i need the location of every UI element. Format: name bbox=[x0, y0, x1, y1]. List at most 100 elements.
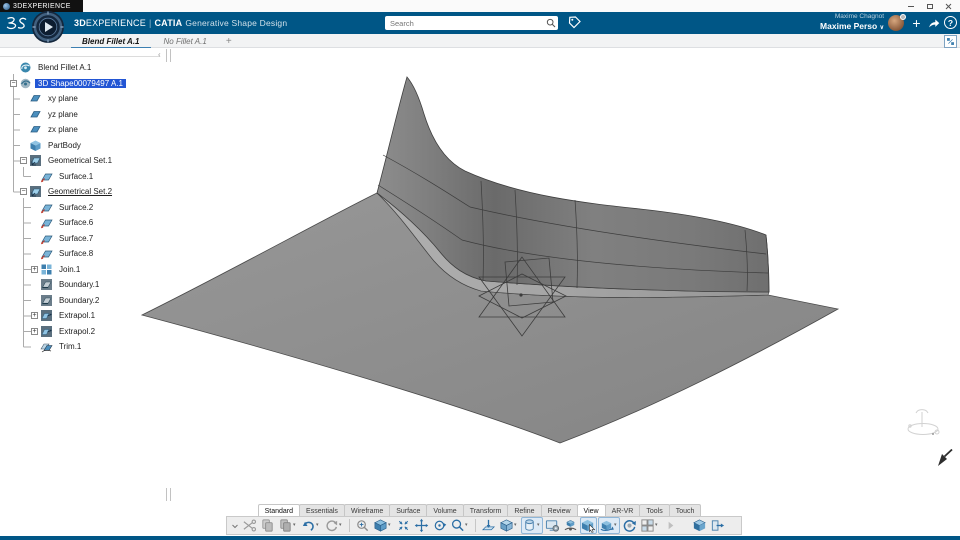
tree-expander[interactable]: − bbox=[8, 76, 19, 92]
toolbar-overflow-icon[interactable] bbox=[230, 517, 240, 534]
tree-item[interactable]: PartBody bbox=[0, 138, 185, 154]
document-tab[interactable]: Blend Fillet A.1 bbox=[70, 34, 152, 48]
cut-icon[interactable] bbox=[241, 517, 258, 534]
avatar[interactable] bbox=[888, 15, 904, 31]
3d-viewport[interactable]: ‹ bbox=[0, 48, 960, 505]
fit-all-icon[interactable] bbox=[395, 517, 412, 534]
nav-compass[interactable] bbox=[902, 403, 946, 447]
undo-icon[interactable]: ▾ bbox=[300, 517, 322, 534]
reframe-icon[interactable] bbox=[354, 517, 371, 534]
3ds-logo-icon[interactable] bbox=[4, 15, 28, 31]
tree-item[interactable]: Trim.1 bbox=[0, 339, 185, 355]
window-title: 3DEXPERIENCE bbox=[13, 3, 71, 10]
dropdown-caret-icon[interactable]: ▾ bbox=[655, 517, 660, 534]
tree-expander[interactable]: − bbox=[18, 153, 29, 169]
tree-item-label: yz plane bbox=[45, 110, 81, 119]
tree-item-label: Extrapol.1 bbox=[56, 311, 98, 320]
help-icon[interactable]: ? bbox=[944, 16, 957, 29]
extrapol-icon bbox=[40, 309, 53, 322]
surface-icon bbox=[40, 247, 53, 260]
dropdown-caret-icon[interactable]: ▾ bbox=[339, 517, 344, 534]
dropdown-caret-icon[interactable]: ▾ bbox=[293, 517, 298, 534]
copy-icon[interactable] bbox=[259, 517, 276, 534]
screen-settings-icon[interactable] bbox=[544, 517, 561, 534]
model-display-icon[interactable] bbox=[691, 517, 708, 534]
tree-item[interactable]: Surface.2 bbox=[0, 200, 185, 216]
dropdown-caret-icon[interactable]: ▾ bbox=[388, 517, 393, 534]
dropdown-caret-icon[interactable]: ▾ bbox=[537, 517, 542, 534]
tag-icon[interactable] bbox=[566, 15, 582, 31]
dropdown-caret-icon[interactable]: ▾ bbox=[514, 517, 519, 534]
tree-item[interactable]: − Geometrical Set.2 bbox=[0, 184, 185, 200]
tree-item-label: Surface.1 bbox=[56, 172, 96, 181]
select-mode-icon[interactable] bbox=[580, 517, 597, 534]
tree-expander[interactable]: + bbox=[29, 308, 40, 324]
shape-icon bbox=[19, 77, 32, 90]
tree-item-label: Geometrical Set.2 bbox=[45, 187, 115, 196]
user-menu[interactable]: Maxime Chagnot Maxime Perso ∨ bbox=[820, 13, 884, 32]
tree-item-label: Blend Fillet A.1 bbox=[35, 63, 94, 72]
tree-item[interactable]: Blend Fillet A.1 bbox=[0, 60, 185, 76]
app-bar: 3DEXPERIENCE | CATIA Generative Shape De… bbox=[0, 12, 960, 34]
export-icon[interactable] bbox=[709, 517, 726, 534]
document-tab[interactable]: No Fillet A.1 bbox=[152, 34, 219, 48]
boundary-icon bbox=[40, 294, 53, 307]
paste-icon[interactable]: ▾ bbox=[277, 517, 299, 534]
tree-item[interactable]: zx plane bbox=[0, 122, 185, 138]
expand-viewport-button[interactable] bbox=[944, 35, 957, 48]
close-button[interactable] bbox=[939, 0, 958, 12]
tree-item[interactable]: Surface.1 bbox=[0, 169, 185, 185]
examine-mode-icon[interactable]: ▾ bbox=[598, 517, 620, 534]
multi-view-icon[interactable]: ▾ bbox=[639, 517, 661, 534]
pen-cursor[interactable] bbox=[936, 449, 953, 468]
rotate-icon[interactable] bbox=[431, 517, 448, 534]
tree-item[interactable]: + Extrapol.2 bbox=[0, 324, 185, 340]
maximize-button[interactable] bbox=[920, 0, 939, 12]
named-views-icon[interactable]: ▾ bbox=[498, 517, 520, 534]
pan-icon[interactable] bbox=[413, 517, 430, 534]
tree-item[interactable]: + Join.1 bbox=[0, 262, 185, 278]
tree-item[interactable]: + Extrapol.1 bbox=[0, 308, 185, 324]
tree-item[interactable]: − Geometrical Set.1 bbox=[0, 153, 185, 169]
close-icon bbox=[945, 3, 952, 10]
tree-item[interactable]: yz plane bbox=[0, 107, 185, 123]
normal-view-icon[interactable] bbox=[480, 517, 497, 534]
tree-item-label: Trim.1 bbox=[56, 342, 84, 351]
update-icon[interactable] bbox=[621, 517, 638, 534]
tree-item[interactable]: Surface.6 bbox=[0, 215, 185, 231]
scroll-left-arrow[interactable]: ‹ bbox=[158, 50, 161, 60]
tree-expander bbox=[29, 339, 40, 355]
zoom-icon[interactable]: ▾ bbox=[449, 517, 471, 534]
join-icon bbox=[40, 263, 53, 276]
redo-icon[interactable]: ▾ bbox=[323, 517, 345, 534]
tree-expander bbox=[18, 91, 29, 107]
hide-show-icon[interactable] bbox=[562, 517, 579, 534]
dropdown-caret-icon[interactable]: ▾ bbox=[316, 517, 321, 534]
global-search-input[interactable] bbox=[385, 19, 543, 28]
dropdown-caret-icon[interactable]: ▾ bbox=[465, 517, 470, 534]
add-icon[interactable]: + bbox=[909, 14, 924, 32]
expand-viewport-icon bbox=[946, 37, 955, 46]
share-icon[interactable] bbox=[927, 16, 941, 30]
more-tools-icon[interactable] bbox=[662, 517, 679, 534]
tree-scrollbar-track[interactable] bbox=[0, 56, 160, 57]
user-account-name: Maxime Chagnot bbox=[820, 13, 884, 21]
tree-item[interactable]: − 3D Shape00079497 A.1 bbox=[0, 76, 185, 92]
tree-item[interactable]: Boundary.1 bbox=[0, 277, 185, 293]
tree-item[interactable]: Boundary.2 bbox=[0, 293, 185, 309]
search-icon[interactable] bbox=[543, 16, 558, 30]
tree-expander[interactable]: + bbox=[29, 262, 40, 278]
3d-compass-button[interactable] bbox=[31, 10, 65, 44]
tree-expander[interactable]: + bbox=[29, 324, 40, 340]
iso-view-icon[interactable]: ▾ bbox=[372, 517, 394, 534]
app-logo-icon bbox=[3, 3, 10, 10]
tree-item[interactable]: Surface.7 bbox=[0, 231, 185, 247]
dropdown-caret-icon[interactable]: ▾ bbox=[614, 517, 619, 534]
tree-item[interactable]: xy plane bbox=[0, 91, 185, 107]
panel-resize-grip[interactable] bbox=[166, 488, 171, 501]
tree-item[interactable]: Surface.8 bbox=[0, 246, 185, 262]
render-style-icon[interactable]: ▾ bbox=[521, 517, 543, 534]
new-tab-button[interactable]: + bbox=[219, 34, 239, 48]
tree-expander[interactable]: − bbox=[18, 184, 29, 200]
minimize-button[interactable] bbox=[901, 0, 920, 12]
